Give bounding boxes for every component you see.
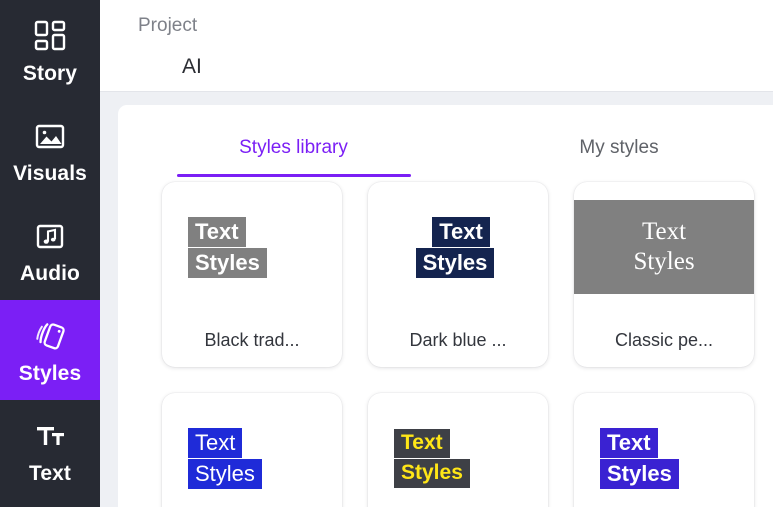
styles-grid: Text Styles Black trad... Text Styles Dark bl… bbox=[118, 182, 773, 507]
sidebar-item-label: Story bbox=[22, 61, 78, 85]
music-note-icon bbox=[31, 217, 69, 255]
tab-my-styles[interactable]: My styles bbox=[469, 119, 769, 177]
grid-dashboard-icon bbox=[31, 17, 69, 55]
sidebar-item-label: Visuals bbox=[13, 161, 87, 185]
style-card-title: Dark blue ... bbox=[409, 329, 507, 350]
sidebar: Story Visuals Audio Styles Text bbox=[0, 0, 100, 507]
style-preview-line: Styles bbox=[415, 248, 495, 279]
style-preview-line: Styles bbox=[188, 459, 262, 490]
project-label: Project bbox=[138, 15, 198, 36]
style-card-title: Black trad... bbox=[204, 329, 300, 350]
topbar: Project AI bbox=[100, 0, 773, 92]
sidebar-item-styles[interactable]: Styles bbox=[0, 300, 100, 400]
style-card[interactable]: Text Styles bbox=[162, 393, 342, 507]
tab-label: Styles library bbox=[239, 137, 348, 158]
style-preview-line: Styles bbox=[188, 248, 267, 279]
image-icon bbox=[31, 117, 69, 155]
tab-label: My styles bbox=[579, 137, 659, 158]
style-preview-line: Text bbox=[600, 427, 658, 458]
sidebar-item-label: Text bbox=[28, 461, 72, 485]
sidebar-item-audio[interactable]: Audio bbox=[0, 200, 100, 300]
style-card[interactable]: Text Styles Classic pe... bbox=[574, 182, 754, 367]
style-card[interactable]: Text Styles Black trad... bbox=[162, 182, 342, 367]
style-preview-line: Text bbox=[188, 427, 243, 458]
style-card-title: Classic pe... bbox=[614, 329, 714, 350]
content-area: Styles library My styles Text Styles Black… bbox=[100, 92, 773, 507]
style-preview-line: Text bbox=[432, 216, 490, 247]
style-preview-line: Text bbox=[188, 216, 246, 247]
tab-bar: Styles library My styles bbox=[118, 119, 773, 177]
style-preview-line: Styles bbox=[633, 247, 695, 275]
style-card[interactable]: Text Styles bbox=[574, 393, 754, 507]
style-card-preview: Text Styles bbox=[162, 393, 342, 507]
text-tt-icon bbox=[31, 417, 69, 455]
sidebar-item-text[interactable]: Text bbox=[0, 400, 100, 500]
style-preview-line: Styles bbox=[600, 459, 679, 490]
style-preview-band: Text Styles bbox=[574, 200, 754, 294]
sidebar-item-label: Styles bbox=[18, 361, 82, 385]
styles-panel: Styles library My styles Text Styles Black… bbox=[118, 105, 773, 507]
sidebar-item-label: Audio bbox=[20, 261, 80, 285]
style-card-preview: Text Styles bbox=[574, 393, 754, 507]
project-name: AI bbox=[182, 55, 202, 78]
style-cards-icon bbox=[31, 317, 69, 355]
style-card[interactable]: Text Styles bbox=[368, 393, 548, 507]
sidebar-item-visuals[interactable]: Visuals bbox=[0, 100, 100, 200]
style-card-preview: Text Styles bbox=[368, 393, 548, 507]
style-card[interactable]: Text Styles Dark blue ... bbox=[368, 182, 548, 367]
tab-active-underline bbox=[176, 174, 411, 177]
sidebar-item-story[interactable]: Story bbox=[0, 0, 100, 100]
main-region: Project AI Styles library My styles Text… bbox=[100, 0, 773, 507]
style-preview-line: Styles bbox=[394, 459, 470, 488]
style-card-preview: Text Styles bbox=[574, 182, 754, 313]
style-card-preview: Text Styles bbox=[162, 182, 342, 313]
style-preview-line: Text bbox=[641, 218, 687, 245]
app-root: Story Visuals Audio Styles Text Project … bbox=[0, 0, 773, 507]
style-card-preview: Text Styles bbox=[368, 182, 548, 313]
tab-styles-library[interactable]: Styles library bbox=[118, 119, 469, 177]
style-preview-line: Text bbox=[394, 429, 450, 458]
